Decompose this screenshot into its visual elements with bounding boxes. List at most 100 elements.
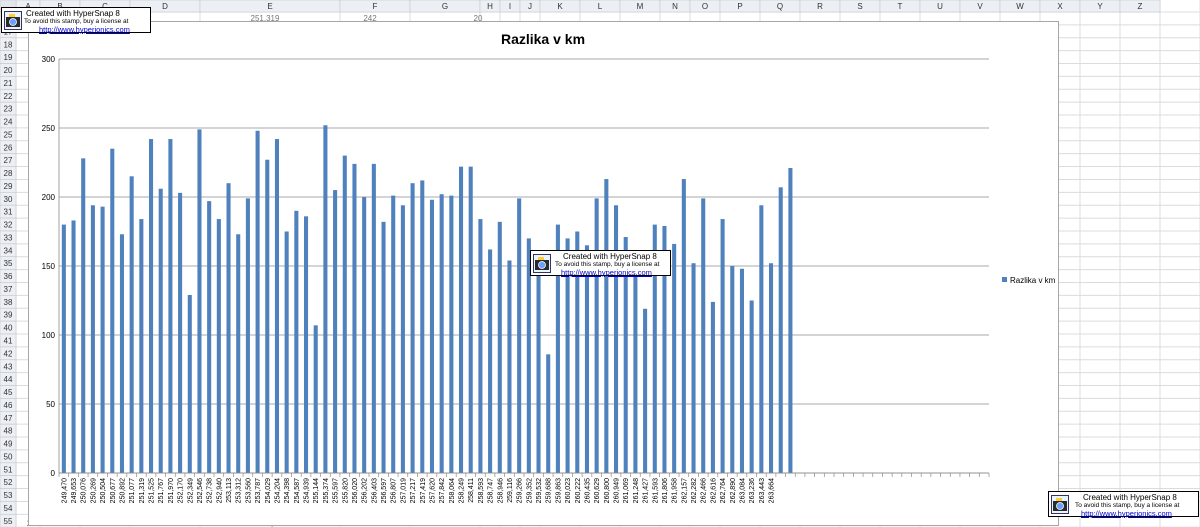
bar [119,234,125,473]
bar [148,139,154,473]
x-tick-label: 250,504 [100,478,107,503]
row-header-label: 21 [4,79,13,88]
column-header-label: L [598,2,603,11]
x-tick-label: 256,403 [371,478,378,503]
hypersnap-stamp-corner: Created with HyperSnap 8 To avoid this s… [1048,491,1199,518]
bar [759,205,764,473]
bar [158,188,163,473]
stamp-title: Created with HyperSnap 8 [26,9,120,18]
stamp-text: To avoid this stamp, buy a license at [1075,502,1180,509]
x-tick-label: 263,236 [749,478,756,503]
bar [391,195,396,473]
x-tick-label: 260,222 [575,478,582,503]
bar [342,155,347,473]
bar [110,148,115,473]
row-header-label: 40 [4,324,13,333]
bar [245,198,250,473]
bar [410,183,415,473]
column-header-label: I [509,2,511,11]
y-tick-label: 300 [42,55,56,64]
row-header-label: 27 [4,156,13,165]
row-header-label: 28 [4,169,13,178]
column-header-label: H [487,2,493,11]
bar [255,130,260,473]
hypersnap-stamp: Created with HyperSnap 8 To avoid this s… [1,7,151,34]
bar [429,199,435,473]
bar [594,198,599,473]
legend-label: Razlika v km [1010,276,1056,285]
y-tick-label: 200 [42,193,56,202]
x-tick-label: 250,677 [110,478,117,503]
row-header-label: 29 [4,182,13,191]
bar [265,159,270,474]
bar [701,198,706,473]
column-header-label: K [557,2,563,11]
bar [536,266,541,473]
row-header-label: 55 [4,517,13,526]
stamp-link[interactable]: http://www.hyperionics.com [561,268,652,277]
x-tick-label: 251,970 [168,478,175,503]
bar [371,163,376,473]
bar [584,245,590,473]
bar [274,139,280,473]
row-header-label: 41 [4,337,13,346]
row-header-label: 26 [4,143,13,152]
bar [236,234,241,473]
x-tick-label: 254,939 [304,478,311,503]
column-header-label: N [672,2,678,11]
row-header-label: 33 [4,233,13,242]
column-header-label: F [373,2,378,11]
bar [468,166,473,473]
x-tick-label: 258,747 [488,478,495,503]
x-tick-label: 256,202 [362,478,369,503]
legend: Razlika v km [1002,276,1056,285]
bar [730,266,735,473]
stamp-link[interactable]: http://www.hyperionics.com [39,25,130,34]
row-header-label: 32 [4,221,13,230]
bar [439,194,444,474]
x-tick-label: 260,435 [584,478,591,503]
bar [90,205,95,473]
row-header-label: 30 [4,195,13,204]
x-tick-label: 253,312 [236,478,243,503]
bar [216,219,221,473]
row-header-label: 43 [4,362,13,371]
column-header-label: Z [1138,2,1143,11]
column-header-label: W [1016,2,1024,11]
bar [226,183,231,473]
x-tick-label: 253,560 [245,478,252,503]
row-header-label: 48 [4,427,13,436]
x-tick-label: 253,113 [226,478,233,503]
x-tick-label: 252,940 [216,478,223,503]
bar [478,219,483,473]
x-tick-label: 255,820 [342,478,349,503]
x-tick-label: 255,597 [333,478,340,503]
x-tick-label: 255,374 [323,478,330,503]
bar [517,198,522,473]
bar [178,192,183,474]
x-tick-label: 262,764 [720,478,727,503]
x-tick-label: 259,688 [546,478,553,503]
x-tick-label: 262,282 [691,478,698,503]
x-axis: 249,470 249,653 250,076 250,269 250,504 250,6… [58,472,990,503]
row-header-label: 22 [4,92,13,101]
stamp-text: To avoid this stamp, buy a license at [24,18,129,25]
bar [691,263,696,473]
bar [788,168,793,473]
x-tick-label: 257,019 [400,478,407,503]
x-tick-label: 255,144 [313,478,320,503]
row-header-label: 42 [4,349,13,358]
x-tick-label: 251,077 [129,478,136,503]
row-header-label: 25 [4,130,13,139]
bar [197,129,202,473]
column-header-label: P [737,2,742,11]
bar [100,206,105,473]
x-tick-label: 258,411 [468,478,475,503]
bar [488,249,493,473]
bar [720,219,725,473]
bar [613,205,619,473]
row-header-label: 39 [4,311,13,320]
bar [129,176,134,474]
row-header-label: 38 [4,298,13,307]
stamp-link[interactable]: http://www.hyperionics.com [1081,509,1172,518]
